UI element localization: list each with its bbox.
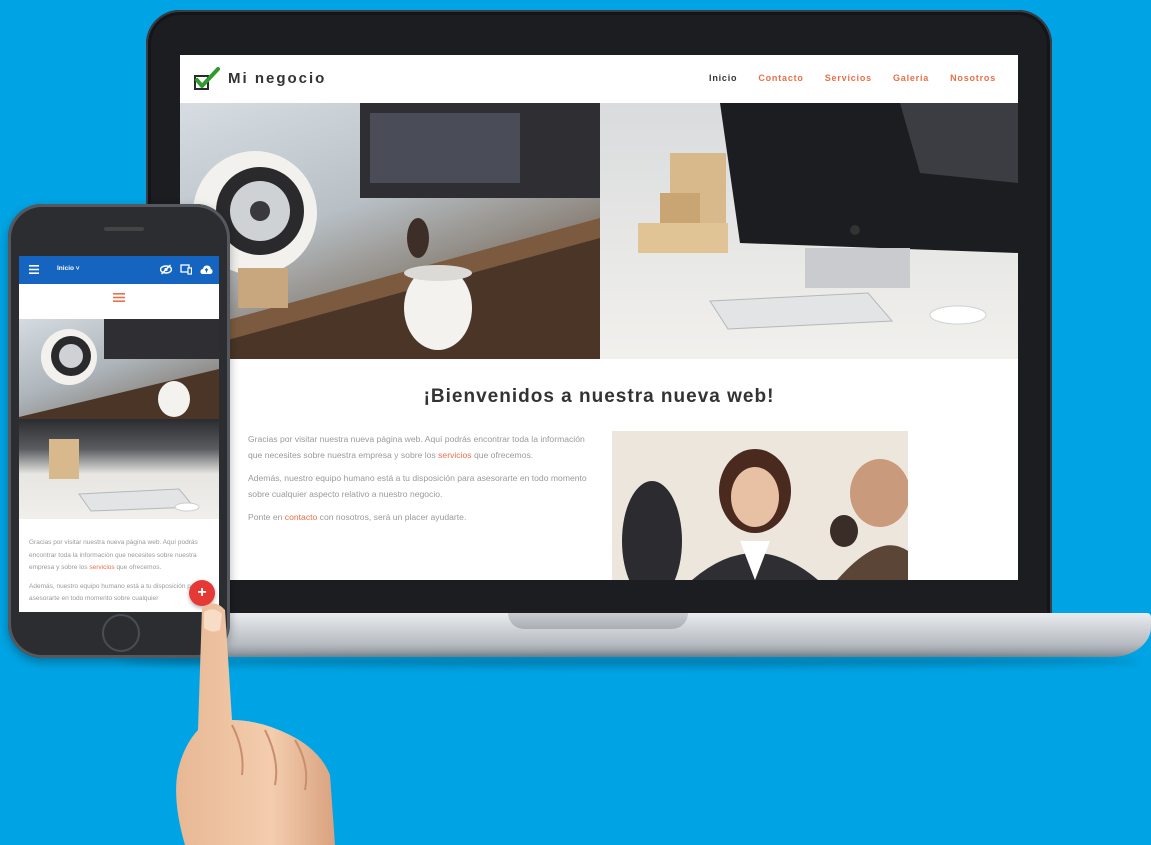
team-photo xyxy=(612,431,910,580)
pointing-hand xyxy=(176,603,335,845)
nav-item-nosotros[interactable]: Nosotros xyxy=(950,73,996,83)
hero-illustration-left xyxy=(180,103,600,359)
hero-illustration-right xyxy=(638,103,1018,330)
phone-hero-illustration-1 xyxy=(19,319,219,419)
welcome-text: Gracias por visitar nuestra nueva página… xyxy=(248,432,590,534)
cloud-upload-icon[interactable] xyxy=(200,264,213,275)
hero-image-computer-desk xyxy=(600,103,1018,359)
welcome-paragraph-2: Además, nuestro equipo humano está a tu … xyxy=(248,473,587,499)
nav-item-contacto[interactable]: Contacto xyxy=(758,73,803,83)
site-nav: Inicio Contacto Servicios Galeria Nosotr… xyxy=(709,73,996,83)
paragraph-text: que ofrecemos. xyxy=(114,564,162,571)
laptop-screen: Mi negocio Inicio Contacto Servicios Gal… xyxy=(180,55,1018,580)
hero-banner xyxy=(180,103,1018,359)
phone-hero-illustration-2 xyxy=(49,439,200,512)
paragraph-text: con nosotros, será un placer ayudarte. xyxy=(317,512,467,522)
team-photo-illustration xyxy=(612,431,910,580)
phone-app-bar: Inicio ˅ xyxy=(19,256,219,284)
eye-off-icon[interactable] xyxy=(160,264,172,275)
devices-icon[interactable] xyxy=(180,264,192,275)
phone-hero-image-computer xyxy=(19,419,219,519)
paragraph-text: que ofrecemos. xyxy=(471,449,534,460)
phone-paragraph-1: Gracias por visitar nuestra nueva página… xyxy=(29,537,211,575)
check-icon[interactable] xyxy=(194,67,220,91)
phone-screen: Inicio ˅ Gracias por visitar nuestra nue… xyxy=(19,256,219,612)
contacto-link[interactable]: contacto xyxy=(285,512,318,522)
servicios-link[interactable]: servicios xyxy=(438,450,471,460)
hero-image-speaker-desk xyxy=(180,103,600,359)
nav-item-servicios[interactable]: Servicios xyxy=(825,73,872,83)
page-select[interactable]: Inicio ˅ xyxy=(57,265,80,272)
phone-speaker xyxy=(104,227,144,231)
site-menu-icon[interactable] xyxy=(113,293,125,302)
paragraph-text: Ponte en xyxy=(248,512,285,522)
phone-hero-image-speaker xyxy=(19,319,219,419)
site-header: Mi negocio Inicio Contacto Servicios Gal… xyxy=(180,55,1018,104)
paragraph-text: Gracias por visitar nuestra nueva página… xyxy=(248,434,585,460)
nav-item-galeria[interactable]: Galeria xyxy=(893,73,929,83)
laptop-notch xyxy=(508,613,688,629)
welcome-paragraph-3: Ponte en contacto con nosotros, será un … xyxy=(248,510,590,526)
site-brand[interactable]: Mi negocio xyxy=(228,70,326,87)
welcome-title: ¡Bienvenidos a nuestra nueva web! xyxy=(423,386,775,407)
phone-servicios-link[interactable]: servicios xyxy=(89,564,114,571)
phone-home-button[interactable] xyxy=(102,614,140,652)
hamburger-icon[interactable] xyxy=(29,265,39,274)
welcome-paragraph-1: Gracias por visitar nuestra nueva página… xyxy=(248,432,590,463)
nav-item-inicio[interactable]: Inicio xyxy=(709,73,737,83)
